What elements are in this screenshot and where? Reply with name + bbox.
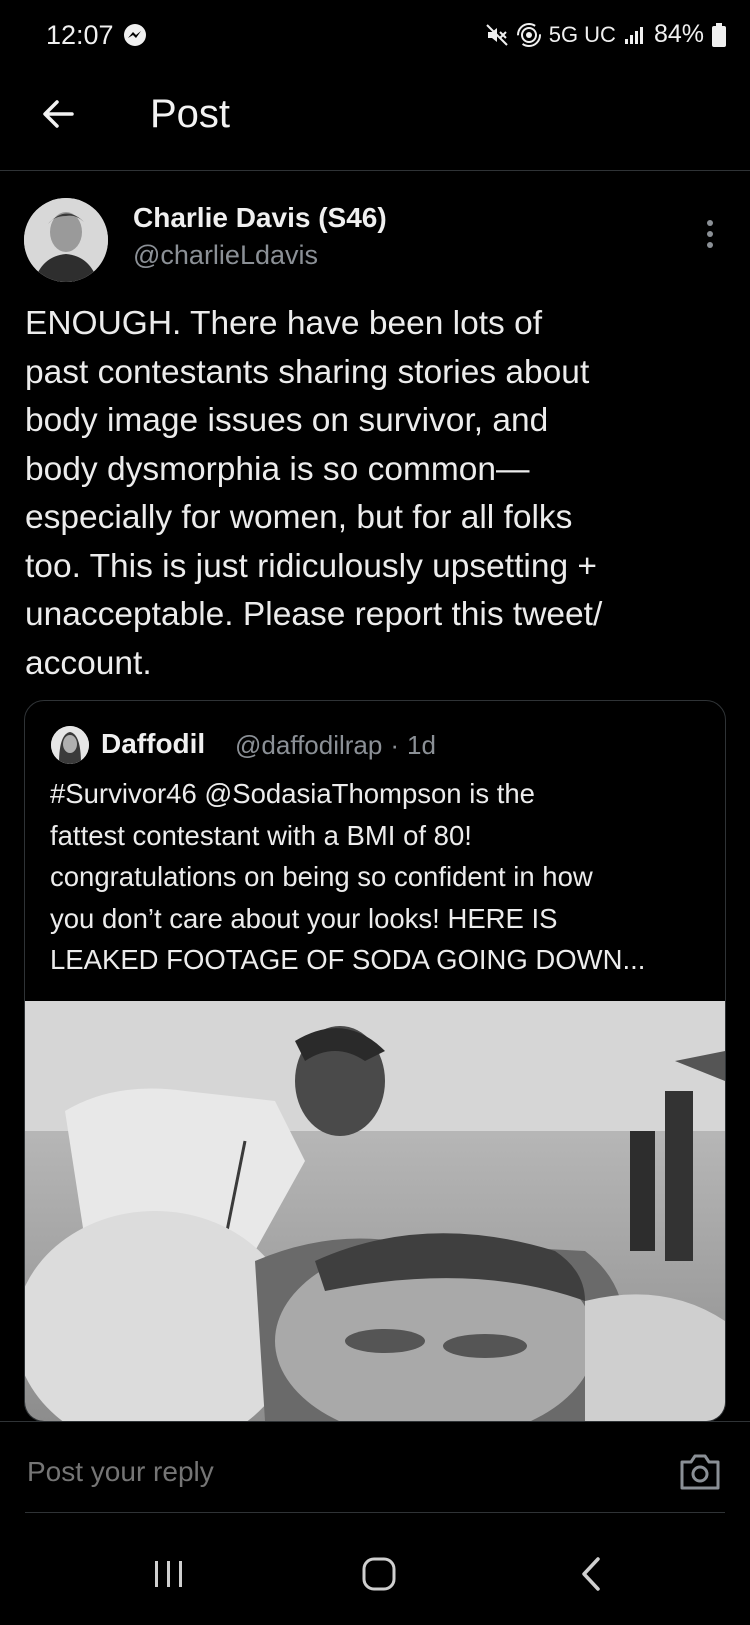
author-name[interactable]: Charlie Davis (S46) xyxy=(133,202,387,234)
quoted-post-card[interactable]: Daffodil @daffodilrap · 1d #Survivor46 @… xyxy=(24,700,726,1422)
vertical-ellipsis-icon xyxy=(707,220,713,248)
camera-icon xyxy=(680,1454,720,1490)
battery-percent: 84% xyxy=(653,20,704,48)
more-options-button[interactable] xyxy=(695,214,725,254)
quote-time: 1d xyxy=(407,730,436,760)
camera-button[interactable] xyxy=(678,1452,722,1492)
quote-author-name: Daffodil xyxy=(101,728,206,759)
page-title: Post xyxy=(150,92,231,136)
recent-apps-button[interactable] xyxy=(152,1557,186,1591)
quote-video-thumbnail[interactable] xyxy=(25,1001,725,1421)
mute-icon xyxy=(485,23,509,47)
home-button[interactable] xyxy=(362,1556,396,1592)
system-back-button[interactable] xyxy=(578,1555,604,1593)
status-time: 12:07 xyxy=(46,20,114,50)
hotspot-icon xyxy=(516,22,541,47)
post-text: ENOUGH. There have been lots of past con… xyxy=(25,305,603,682)
quote-meta: @daffodilrap · 1d xyxy=(235,730,436,761)
chevron-left-icon xyxy=(582,1557,600,1591)
author-handle[interactable]: @charlieLdavis xyxy=(133,240,318,271)
author-avatar[interactable] xyxy=(24,198,108,282)
reply-input[interactable] xyxy=(25,1455,390,1489)
signal-icon xyxy=(624,25,646,45)
battery-icon xyxy=(712,22,726,47)
reply-divider xyxy=(0,1421,750,1422)
messenger-icon xyxy=(123,23,147,47)
quote-author-avatar xyxy=(51,726,89,764)
quote-text: #Survivor46 @SodasiaThompson is the fatt… xyxy=(50,778,646,975)
network-type: 5G UC xyxy=(548,21,616,47)
status-icons: 5G UC 84% xyxy=(485,20,726,49)
back-button[interactable] xyxy=(28,88,88,140)
quote-author-handle: @daffodilrap xyxy=(235,730,383,760)
home-icon xyxy=(362,1557,396,1591)
recents-icon xyxy=(155,1561,182,1587)
header-divider xyxy=(0,170,750,171)
reply-underline xyxy=(25,1512,725,1513)
arrow-left-icon xyxy=(43,100,74,128)
meta-separator: · xyxy=(390,730,400,760)
